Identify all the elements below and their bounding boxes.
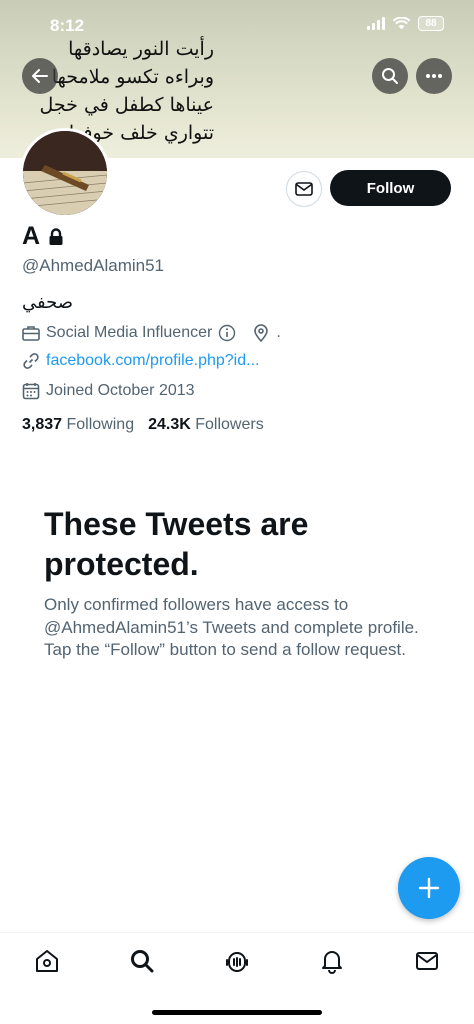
poem-line: عيناها كطفل في خجل: [39, 94, 214, 116]
briefcase-icon: [22, 326, 40, 341]
more-button[interactable]: [416, 58, 452, 94]
follow-button[interactable]: Follow: [330, 170, 451, 206]
bio: صحفي: [22, 292, 74, 313]
following-label: Following: [66, 416, 135, 433]
profile-meta-website[interactable]: facebook.com/profile.php?id...: [22, 352, 259, 370]
search-button[interactable]: [372, 58, 408, 94]
display-name: A: [22, 222, 41, 250]
avatar-image: [23, 131, 107, 215]
link-icon: [23, 353, 39, 369]
calendar-icon: [22, 383, 40, 400]
search-icon: [382, 68, 398, 84]
compose-button[interactable]: [398, 857, 460, 919]
protected-title: These Tweets are protected.: [44, 506, 309, 582]
website-link[interactable]: facebook.com/profile.php?id...: [46, 352, 259, 370]
poem-line: رأيت النور يصادقها: [68, 38, 214, 60]
joined-label: Joined October 2013: [46, 382, 195, 399]
followers-count: 24.3K: [148, 416, 191, 433]
notifications-icon: [321, 951, 342, 974]
profile-name-row: A: [22, 222, 64, 251]
category-label: Social Media Influencer: [46, 324, 213, 341]
followers-link[interactable]: 24.3K Followers: [148, 416, 264, 434]
mail-icon: [295, 182, 313, 196]
location-label: .: [276, 324, 281, 341]
home-indicator: [152, 1010, 322, 1015]
profile-meta-category: Social Media Influencer .: [22, 324, 281, 342]
status-time: 8:12: [50, 16, 85, 35]
bottom-tab-bar: [0, 932, 474, 989]
info-icon[interactable]: [218, 324, 236, 342]
arrow-left-icon: [32, 69, 48, 83]
profile-meta-joined: Joined October 2013: [22, 382, 195, 400]
home-icon: [36, 950, 59, 972]
tab-search[interactable]: [117, 936, 167, 986]
wifi-icon: [393, 17, 410, 30]
messages-icon: [415, 952, 438, 970]
location-icon: [254, 324, 269, 342]
lock-icon: [49, 227, 63, 245]
avatar[interactable]: [20, 128, 110, 218]
search-icon: [131, 950, 154, 973]
protected-body: Only confirmed followers have access to …: [44, 595, 419, 659]
handle: @AhmedAlamin51: [22, 256, 164, 275]
followers-label: Followers: [195, 416, 264, 433]
poem-line: وبراءه تكسو ملامحها: [51, 66, 214, 88]
more-horizontal-icon: [426, 74, 442, 78]
tab-home[interactable]: [22, 936, 72, 986]
tab-messages[interactable]: [402, 936, 452, 986]
following-count: 3,837: [22, 416, 63, 433]
battery-icon: 88: [418, 16, 444, 31]
back-button[interactable]: [22, 58, 58, 94]
tab-spaces[interactable]: [212, 936, 262, 986]
message-button[interactable]: [286, 171, 322, 207]
tab-notifications[interactable]: [307, 936, 357, 986]
follow-counts: 3,837 Following 24.3K Followers: [22, 416, 264, 434]
cellular-signal-icon: [367, 17, 385, 30]
status-icons: 88: [367, 16, 444, 31]
plus-icon: [418, 877, 440, 899]
spaces-icon: [225, 952, 248, 972]
following-link[interactable]: 3,837 Following: [22, 416, 134, 434]
